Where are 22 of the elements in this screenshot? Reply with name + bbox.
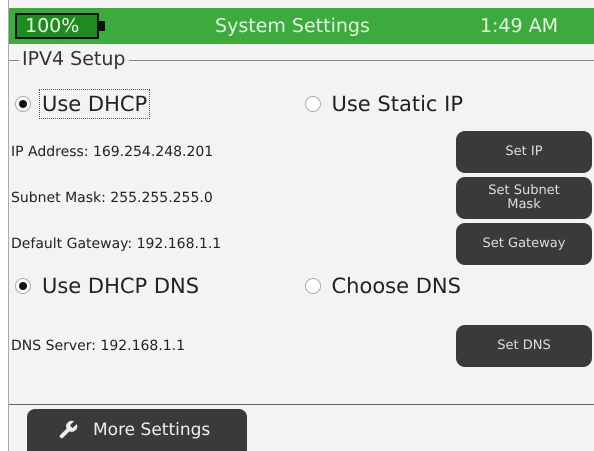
field-value: Default Gateway: 192.168.1.1 bbox=[11, 236, 222, 252]
group-title: IPV4 Setup bbox=[19, 48, 128, 70]
clock-time: 1:49 AM bbox=[480, 15, 558, 37]
screen-title: System Settings bbox=[214, 15, 371, 37]
field-value: DNS Server: 192.168.1.1 bbox=[11, 338, 186, 354]
more-settings-button[interactable]: More Settings bbox=[27, 409, 247, 451]
field-value: IP Address: 169.254.248.201 bbox=[11, 144, 214, 160]
radio-label[interactable]: Use DHCP bbox=[39, 89, 150, 119]
field-value: Subnet Mask: 255.255.255.0 bbox=[11, 190, 213, 206]
set-button[interactable]: Set DNS bbox=[456, 325, 592, 367]
radio-button[interactable] bbox=[304, 96, 320, 112]
battery-indicator: 100% bbox=[15, 13, 105, 39]
radio-label[interactable]: Use DHCP DNS bbox=[39, 271, 202, 301]
radio-button[interactable] bbox=[304, 278, 320, 294]
radio-label[interactable]: Choose DNS bbox=[328, 271, 464, 301]
radio-button[interactable] bbox=[15, 278, 31, 294]
radio-label[interactable]: Use Static IP bbox=[328, 89, 466, 119]
wrench-icon bbox=[57, 419, 79, 441]
set-button[interactable]: Set Gateway bbox=[456, 223, 592, 265]
set-button[interactable]: Set IP bbox=[456, 131, 592, 173]
set-button[interactable]: Set Subnet Mask bbox=[456, 177, 592, 219]
radio-button[interactable] bbox=[15, 96, 31, 112]
